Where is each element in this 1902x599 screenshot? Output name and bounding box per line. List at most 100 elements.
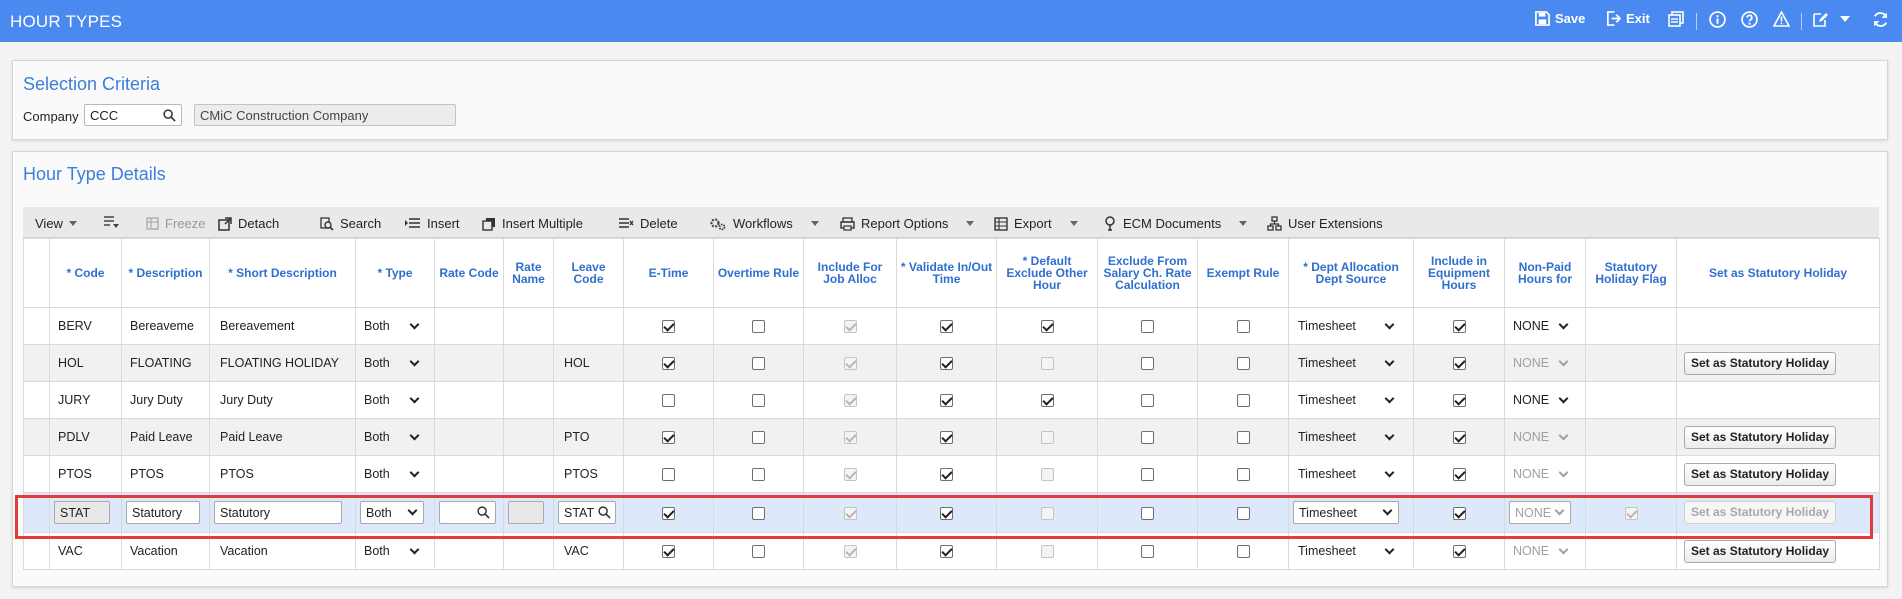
dept-allocation-cell[interactable]: Timesheet [1288,418,1414,456]
column-header-include-equipment[interactable]: Include in Equipment Hours [1413,238,1505,308]
exclude-salary-checkbox[interactable] [1141,468,1154,482]
exempt-rule-checkbox[interactable] [1236,506,1250,520]
short-description-cell[interactable]: Bereavement [209,307,356,345]
search-icon[interactable] [477,506,490,519]
default-exclude-checkbox[interactable] [1040,320,1054,334]
exempt-rule-checkbox[interactable] [1236,357,1250,371]
dept-allocation-cell[interactable]: Timesheet [1288,344,1414,382]
dept-allocation-select[interactable]: Timesheet [1293,426,1399,449]
code-cell[interactable]: STAT [49,492,122,533]
row-selector[interactable] [23,532,50,570]
leave-code-cell[interactable]: PTO [553,418,624,456]
description-cell[interactable]: Jury Duty [121,381,210,419]
refresh-button[interactable] [1872,11,1889,28]
insert-multiple-button[interactable]: Insert Multiple [482,216,583,231]
help-button[interactable] [1741,11,1758,28]
validate-inout-checkbox[interactable] [940,431,953,445]
column-header-description[interactable]: * Description [121,238,210,308]
rate-code-cell[interactable] [434,492,504,533]
short-description-cell[interactable]: FLOATING HOLIDAY [209,344,356,382]
type-cell[interactable]: Both [355,381,435,419]
type-cell[interactable]: Both [355,492,435,533]
dept-allocation-cell[interactable]: Timesheet [1288,307,1414,345]
overtime-rule-checkbox[interactable] [752,431,765,445]
edit-menu-button[interactable] [1812,11,1850,27]
row-selector[interactable] [23,381,50,419]
report-options-menu[interactable]: Report Options [840,216,975,231]
code-cell[interactable]: BERV [49,307,122,345]
set-statutory-holiday-button[interactable]: Set as Statutory Holiday [1684,462,1837,486]
rate-code-cell[interactable] [434,455,504,493]
etime-checkbox[interactable] [662,394,675,408]
validate-inout-checkbox[interactable] [940,506,953,520]
table-row[interactable]: JURY Jury Duty Jury Duty Both Timesheet NONE [23,381,1880,419]
leave-code-input[interactable]: STAT [558,501,616,524]
leave-code-cell[interactable] [553,307,624,345]
short-description-cell[interactable]: PTOS [209,455,356,493]
short-description-cell[interactable]: Vacation [209,532,356,570]
overtime-rule-checkbox[interactable] [752,468,765,482]
type-select[interactable]: Both [360,540,422,563]
short-description-cell[interactable]: Paid Leave [209,418,356,456]
include-equipment-checkbox[interactable] [1452,357,1466,371]
workflows-menu[interactable]: Workflows [709,216,819,231]
type-cell[interactable]: Both [355,344,435,382]
type-cell[interactable]: Both [355,307,435,345]
include-equipment-checkbox[interactable] [1452,394,1466,408]
description-cell[interactable]: FLOATING [121,344,210,382]
search-icon[interactable] [598,506,611,519]
exempt-rule-checkbox[interactable] [1236,320,1250,334]
info-button[interactable] [1709,11,1726,28]
code-cell[interactable]: PDLV [49,418,122,456]
description-cell[interactable]: Paid Leave [121,418,210,456]
leave-code-cell[interactable]: PTOS [553,455,624,493]
leave-code-cell[interactable] [553,381,624,419]
code-cell[interactable]: VAC [49,532,122,570]
exclude-salary-checkbox[interactable] [1141,394,1154,408]
overtime-rule-checkbox[interactable] [752,357,765,371]
set-statutory-holiday-button[interactable]: Set as Statutory Holiday [1684,351,1837,375]
short-description-input[interactable]: Statutory [214,501,342,524]
search-button[interactable]: Search [320,216,381,231]
leave-code-cell[interactable]: HOL [553,344,624,382]
row-selector[interactable] [23,455,50,493]
overtime-rule-checkbox[interactable] [752,320,765,334]
dept-allocation-cell[interactable]: Timesheet [1288,532,1414,570]
search-icon[interactable] [163,109,176,122]
row-selector[interactable] [23,344,50,382]
company-code-field[interactable]: CCC [84,104,182,126]
description-input[interactable]: Statutory [126,501,200,524]
table-row[interactable]: PDLV Paid Leave Paid Leave Both PTO Timesheet… [23,418,1880,456]
type-cell[interactable]: Both [355,532,435,570]
user-extensions-button[interactable]: User Extensions [1267,216,1383,231]
rate-code-input[interactable] [439,501,496,524]
etime-checkbox[interactable] [662,320,675,334]
dept-allocation-cell[interactable]: Timesheet [1288,492,1414,533]
table-row[interactable]: STAT Statutory Statutory Both STAT Timesheet N… [23,492,1880,533]
exempt-rule-checkbox[interactable] [1236,394,1250,408]
dept-allocation-select[interactable]: Timesheet [1293,463,1399,486]
code-cell[interactable]: HOL [49,344,122,382]
include-equipment-checkbox[interactable] [1452,431,1466,445]
delete-button[interactable]: Delete [618,216,678,231]
column-header-non-paid-hours[interactable]: Non-Paid Hours for [1504,238,1586,308]
default-exclude-checkbox[interactable] [1040,394,1054,408]
overtime-rule-checkbox[interactable] [752,545,765,559]
dept-allocation-select[interactable]: Timesheet [1293,352,1399,375]
column-header-leave-code[interactable]: Leave Code [553,238,624,308]
dept-allocation-select[interactable]: Timesheet [1293,389,1399,412]
exclude-salary-checkbox[interactable] [1141,506,1154,520]
dept-allocation-select[interactable]: Timesheet [1293,315,1399,338]
type-select[interactable]: Both [360,463,422,486]
validate-inout-checkbox[interactable] [940,357,953,371]
column-header-set-statutory[interactable]: Set as Statutory Holiday [1676,238,1880,308]
table-row[interactable]: BERV Bereaveme Bereavement Both Timesheet NON… [23,307,1880,345]
row-selector[interactable] [23,418,50,456]
type-cell[interactable]: Both [355,455,435,493]
dept-allocation-cell[interactable]: Timesheet [1288,455,1414,493]
table-row[interactable]: PTOS PTOS PTOS Both PTOS Timesheet NONE Set as … [23,455,1880,493]
column-header-type[interactable]: * Type [355,238,435,308]
column-header-dept-allocation[interactable]: * Dept Allocation Dept Source [1288,238,1414,308]
include-equipment-checkbox[interactable] [1452,545,1466,559]
overtime-rule-checkbox[interactable] [752,506,765,520]
